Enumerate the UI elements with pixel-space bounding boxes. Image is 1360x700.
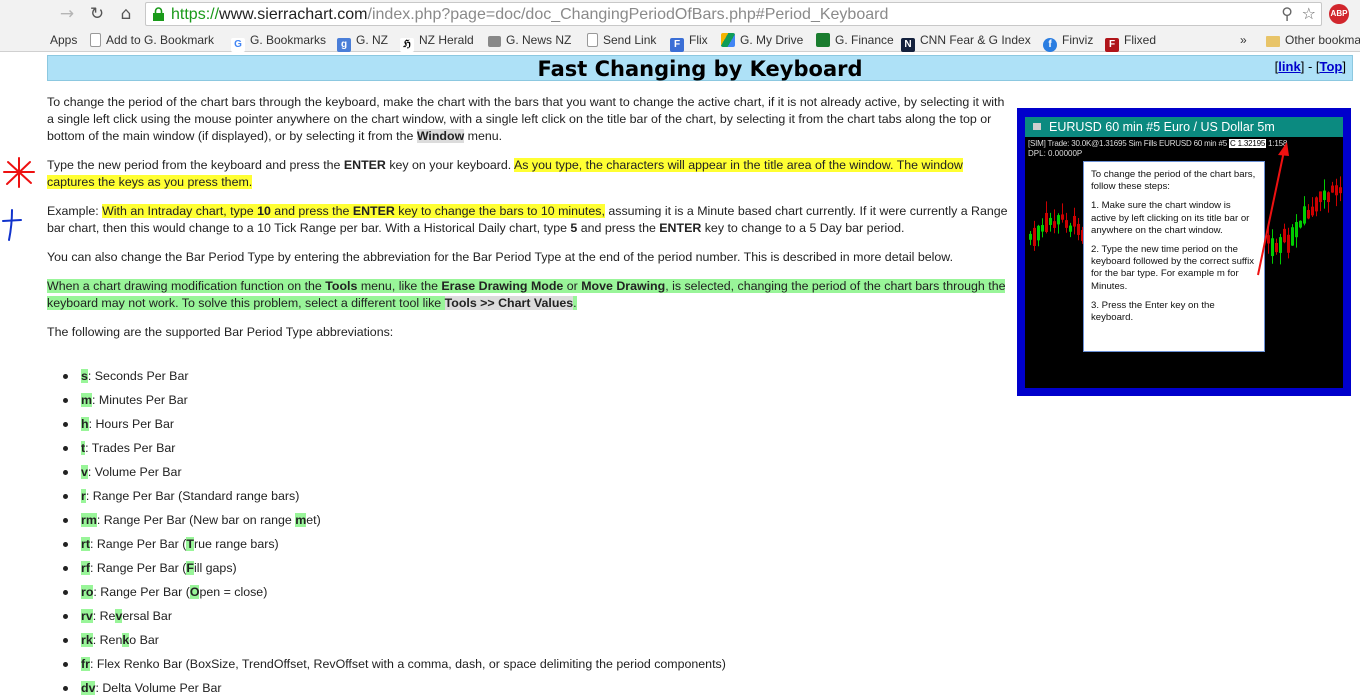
star-icon[interactable]: ☆: [1302, 4, 1316, 23]
bookmarks-bar: Apps Add to G. Bookmark G G. Bookmarks gG…: [0, 29, 1360, 52]
list-item: ro: Range Per Bar (Open = close): [63, 584, 726, 608]
news-icon: [488, 36, 501, 47]
list-item: rf: Range Per Bar (Fill gaps): [63, 560, 726, 584]
chart-window: EURUSD 60 min #5 Euro / US Dollar 5m [SI…: [1025, 117, 1343, 388]
google-icon: G: [231, 38, 245, 52]
bookmark-g-nz[interactable]: g G. NZ: [337, 32, 388, 52]
list-item: rk: Renko Bar: [63, 632, 726, 656]
window-menu-ref: Window: [416, 129, 465, 143]
list-item: dv: Delta Volume Per Bar: [63, 680, 726, 700]
list-item: v: Volume Per Bar: [63, 464, 726, 488]
callout-arrow: [1257, 142, 1289, 276]
section-header: Fast Changing by Keyboard [link] - [Top]: [47, 55, 1353, 81]
bookmark-g-my-drive[interactable]: G. My Drive: [721, 32, 803, 49]
address-bar[interactable]: https://www.sierrachart.com/index.php?pa…: [145, 2, 1322, 26]
bookmark-g-bookmarks[interactable]: G G. Bookmarks: [231, 32, 326, 52]
bookmark-nz-herald[interactable]: ℌ NZ Herald: [400, 32, 474, 52]
cnn-icon: N: [901, 38, 915, 52]
finviz-icon: f: [1043, 38, 1057, 52]
lock-icon: [153, 7, 164, 21]
bookmark-cnn-fear-greed[interactable]: N CNN Fear & G Index: [901, 32, 1031, 52]
top-anchor[interactable]: Top: [1320, 59, 1343, 74]
green-note: When a chart drawing modification functi…: [47, 279, 1006, 310]
bookmark-flixed[interactable]: F Flixed: [1105, 32, 1156, 52]
list-item: fr: Flex Renko Bar (BoxSize, TrendOffset…: [63, 656, 726, 680]
blue-cross-mark: [2, 209, 22, 241]
home-icon[interactable]: ⌂: [115, 4, 137, 24]
bookmark-g-finance[interactable]: G. Finance: [816, 32, 894, 49]
list-item: h: Hours Per Bar: [63, 416, 726, 440]
link-anchor[interactable]: link: [1278, 59, 1300, 74]
article-body: To change the period of the chart bars t…: [47, 94, 1012, 353]
paragraph-tools-note: When a chart drawing modification functi…: [47, 278, 1012, 312]
bookmark-flix[interactable]: F Flix: [670, 32, 708, 52]
google-news-icon: g: [337, 38, 351, 52]
list-item: m: Minutes Per Bar: [63, 392, 726, 416]
google-finance-icon: [816, 33, 830, 47]
adblock-plus-icon[interactable]: ABP: [1329, 4, 1349, 24]
flixed-icon: F: [1105, 38, 1119, 52]
list-item: s: Seconds Per Bar: [63, 368, 726, 392]
flix-icon: F: [670, 38, 684, 52]
bookmark-other-bookmarks[interactable]: Other bookmarks: [1266, 32, 1360, 49]
nz-herald-icon: ℌ: [400, 38, 414, 52]
paragraph-abbreviations-intro: The following are the supported Bar Peri…: [47, 325, 394, 339]
zoom-icon[interactable]: ⚲: [1281, 4, 1293, 23]
paragraph-type-period: Type the new period from the keyboard an…: [47, 158, 963, 189]
paragraph-intro: To change the period of the chart bars t…: [47, 95, 1005, 143]
header-links: [link] - [Top]: [1274, 59, 1346, 74]
browser-toolbar: → ↻ ⌂ https://www.sierrachart.com/index.…: [0, 0, 1360, 29]
bookmark-add-to-g-bookmark[interactable]: Add to G. Bookmark: [90, 32, 214, 49]
bookmark-finviz[interactable]: f Finviz: [1043, 32, 1093, 52]
paragraph-bar-period-type: You can also change the Bar Period Type …: [47, 250, 954, 264]
list-item: rt: Range Per Bar (True range bars): [63, 536, 726, 560]
url-text[interactable]: https://www.sierrachart.com/index.php?pa…: [171, 5, 888, 25]
google-drive-icon: [721, 33, 735, 47]
red-asterisk-mark: [3, 157, 35, 188]
margin-annotations: [2, 157, 35, 241]
bookmark-send-link[interactable]: Send Link: [587, 32, 656, 49]
list-item: rv: Reversal Bar: [63, 608, 726, 632]
list-item: t: Trades Per Bar: [63, 440, 726, 464]
folder-icon: [1266, 36, 1280, 47]
bookmarks-overflow-chevron-icon[interactable]: »: [1240, 32, 1247, 49]
list-item: rm: Range Per Bar (New bar on range met): [63, 512, 726, 536]
reload-icon[interactable]: ↻: [86, 4, 108, 24]
page-title: Fast Changing by Keyboard: [537, 57, 863, 81]
bookmark-g-news-nz[interactable]: G. News NZ: [488, 32, 571, 49]
chart-screenshot: EURUSD 60 min #5 Euro / US Dollar 5m [SI…: [1017, 108, 1351, 396]
page-icon: [90, 33, 101, 47]
paragraph-example: Example: With an Intraday chart, type 10…: [47, 204, 1008, 235]
abbreviation-list: s: Seconds Per Bar m: Minutes Per Bar h:…: [63, 368, 726, 700]
yellow-highlight: With an Intraday chart, type 10 and pres…: [102, 204, 605, 218]
page-icon: [587, 33, 598, 47]
list-item: r: Range Per Bar (Standard range bars): [63, 488, 726, 512]
